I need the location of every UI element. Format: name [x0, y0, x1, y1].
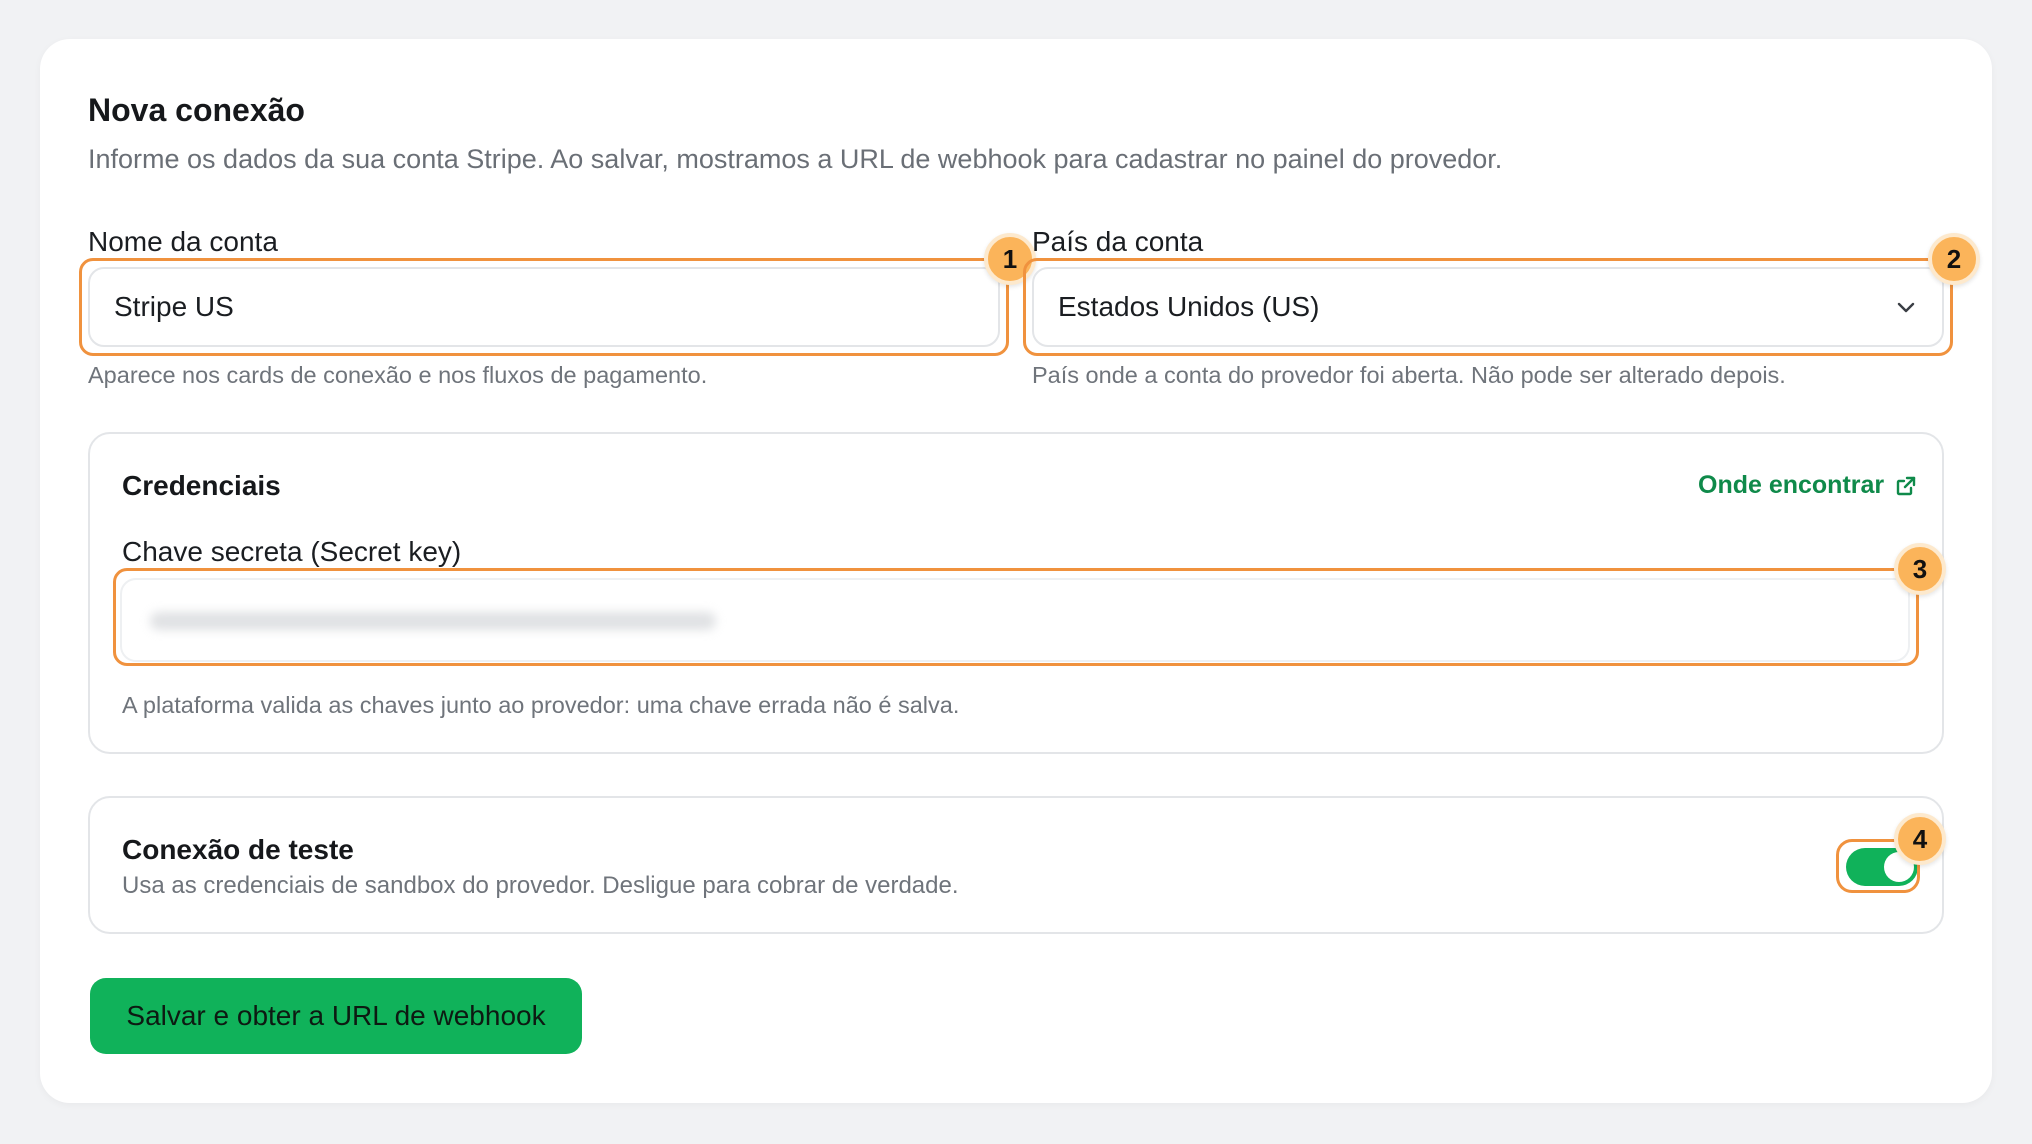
account-name-help: Aparece nos cards de conexão e nos fluxo… — [88, 362, 708, 388]
page-subtitle: Informe os dados da sua conta Stripe. Ao… — [88, 144, 1503, 174]
annotation-badge-3: 3 — [1894, 543, 1946, 595]
account-country-value: Estados Unidos (US) — [1058, 291, 1320, 322]
where-to-find-link[interactable]: Onde encontrar — [1698, 471, 1918, 500]
external-link-icon — [1896, 476, 1916, 495]
chevron-down-icon — [1897, 302, 1915, 313]
redacted-secret-key — [150, 612, 716, 630]
annotation-badge-1: 1 — [984, 233, 1036, 285]
test-connection-description: Usa as credenciais de sandbox do provedo… — [122, 872, 959, 899]
save-and-get-webhook-button[interactable]: Salvar e obter a URL de webhook — [90, 978, 582, 1054]
page-title: Nova conexão — [88, 92, 305, 128]
account-name-input[interactable]: Stripe US — [88, 267, 1000, 347]
account-country-select[interactable]: Estados Unidos (US) — [1032, 267, 1944, 347]
test-connection-panel — [88, 796, 1944, 934]
where-to-find-label: Onde encontrar — [1698, 471, 1885, 499]
account-country-label: País da conta — [1032, 226, 1204, 257]
credentials-title: Credenciais — [122, 470, 281, 501]
secret-key-label: Chave secreta (Secret key) — [122, 536, 462, 567]
secret-key-help: A plataforma valida as chaves junto ao p… — [122, 692, 960, 718]
account-name-label: Nome da conta — [88, 226, 278, 257]
account-name-value: Stripe US — [114, 291, 234, 322]
test-connection-title: Conexão de teste — [122, 834, 354, 865]
annotation-badge-4: 4 — [1894, 813, 1946, 865]
account-country-help: País onde a conta do provedor foi aberta… — [1032, 362, 1786, 388]
annotation-badge-2: 2 — [1928, 233, 1980, 285]
